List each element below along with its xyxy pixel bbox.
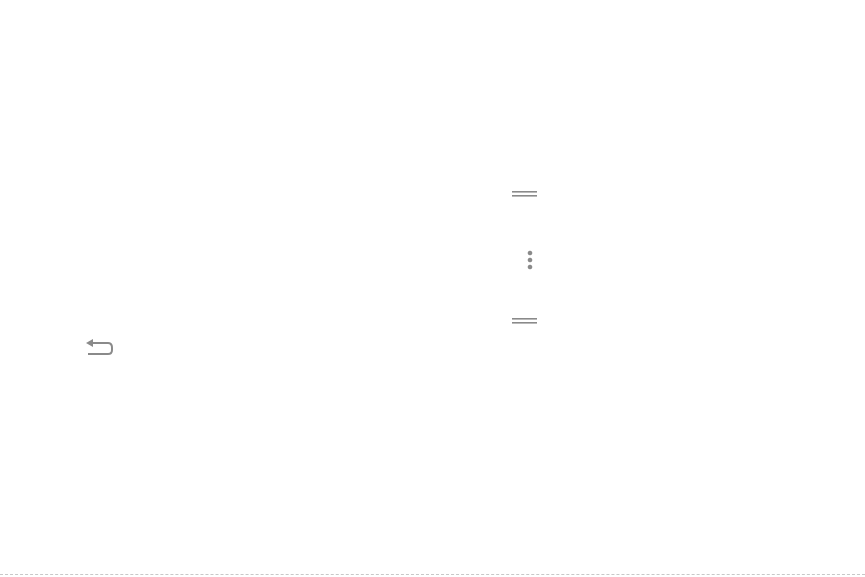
page-divider (0, 574, 865, 575)
back-icon[interactable] (84, 338, 114, 358)
more-options-icon[interactable] (524, 249, 536, 271)
drag-handle-icon[interactable] (512, 316, 537, 326)
drag-handle-icon[interactable] (512, 189, 537, 199)
